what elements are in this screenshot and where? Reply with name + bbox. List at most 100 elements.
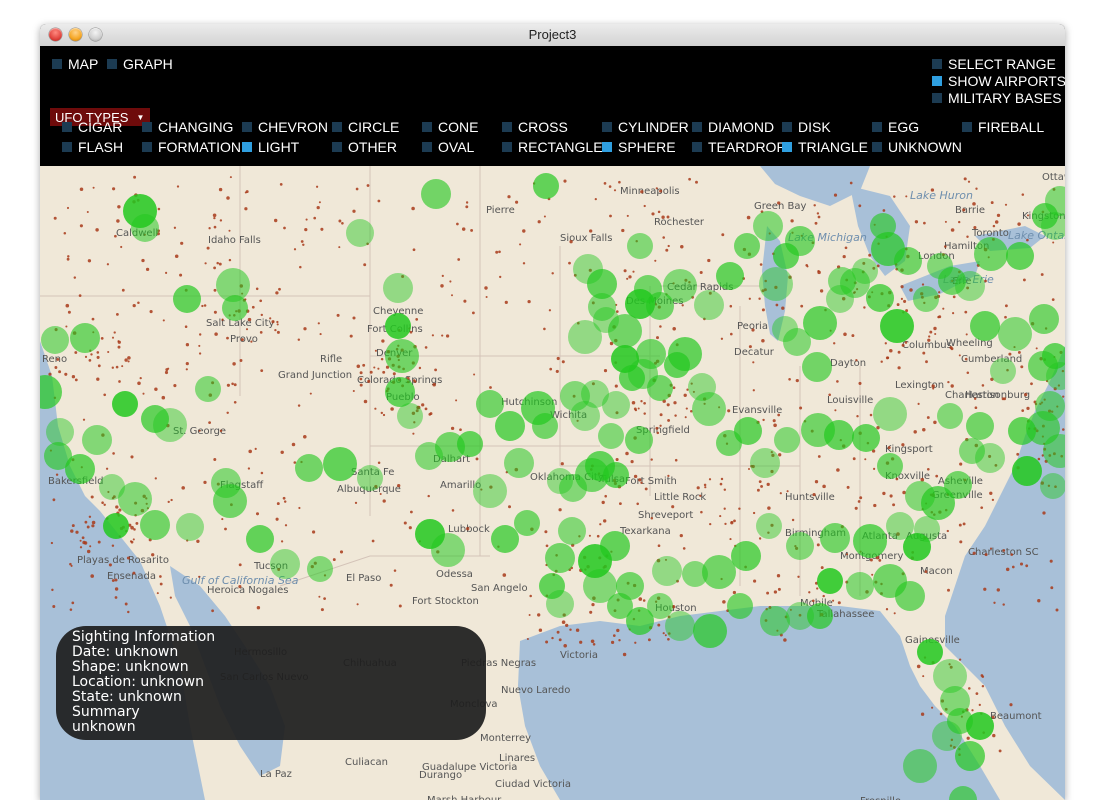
ufo-type-rectangle-checkbox[interactable]: RECTANGLE [502, 139, 603, 155]
sighting-dot [105, 467, 109, 470]
ufo-type-formation-checkbox[interactable]: FORMATION [142, 139, 241, 155]
sighting-dot [66, 206, 70, 210]
sighting-dot [971, 709, 974, 712]
checkbox-box[interactable] [602, 142, 612, 152]
checkbox-box[interactable] [602, 122, 612, 132]
city-label: La Paz [260, 769, 292, 780]
sighting-dot [198, 352, 202, 355]
ufo-type-cone-checkbox[interactable]: CONE [422, 119, 478, 135]
ufo-type-fireball-checkbox[interactable]: FIREBALL [962, 119, 1044, 135]
sighting-dot [251, 305, 255, 309]
checkbox-box[interactable] [142, 122, 152, 132]
sighting-dot [817, 269, 820, 273]
ufo-type-other-checkbox[interactable]: OTHER [332, 139, 397, 155]
checkbox-box[interactable] [872, 142, 882, 152]
sighting-dot [766, 591, 770, 595]
sighting-dot [972, 202, 976, 206]
checkbox-box[interactable] [62, 142, 72, 152]
ufo-type-circle-checkbox[interactable]: CIRCLE [332, 119, 399, 135]
view-graph-checkbox[interactable]: GRAPH [107, 56, 173, 72]
checkbox-box[interactable] [242, 122, 252, 132]
ufo-type-cylinder-checkbox[interactable]: CYLINDER [602, 119, 689, 135]
show-airports-checkbox[interactable]: SHOW AIRPORTS [932, 73, 1065, 89]
ufo-type-disk-checkbox[interactable]: DISK [782, 119, 831, 135]
airport-marker [1028, 351, 1058, 381]
sighting-dot [83, 541, 88, 545]
airport-marker [270, 549, 300, 579]
city-label: Evansville [732, 405, 782, 416]
ufo-type-flash-checkbox[interactable]: FLASH [62, 139, 123, 155]
sighting-dot [278, 287, 281, 291]
sighting-dot [203, 304, 207, 307]
ufo-type-light-checkbox[interactable]: LIGHT [242, 139, 299, 155]
checkbox-box[interactable] [962, 122, 972, 132]
view-map-checkbox[interactable]: MAP [52, 56, 98, 72]
sighting-dot [157, 207, 161, 211]
sighting-dot [852, 457, 856, 461]
airport-marker [626, 607, 654, 635]
checkbox-box[interactable] [782, 142, 792, 152]
select-range-checkbox[interactable]: SELECT RANGE [932, 56, 1056, 72]
checkbox-box[interactable] [332, 142, 342, 152]
sighting-dot [317, 322, 320, 325]
sighting-dot [88, 515, 92, 519]
checkbox-box[interactable] [932, 76, 942, 86]
airport-marker [773, 243, 799, 269]
ufo-type-oval-checkbox[interactable]: OVAL [422, 139, 474, 155]
ufo-type-teardrop-checkbox[interactable]: TEARDROP [692, 139, 786, 155]
checkbox-box[interactable] [872, 122, 882, 132]
ufo-type-egg-checkbox[interactable]: EGG [872, 119, 919, 135]
sighting-dot [708, 478, 712, 481]
checkbox-box[interactable] [422, 142, 432, 152]
ufo-type-unknown-checkbox[interactable]: UNKNOWN [872, 139, 962, 155]
ufo-type-changing-checkbox[interactable]: CHANGING [142, 119, 233, 135]
checkbox-box[interactable] [242, 142, 252, 152]
checkbox-box[interactable] [422, 122, 432, 132]
ufo-type-chevron-checkbox[interactable]: CHEVRON [242, 119, 328, 135]
ufo-type-label: CONE [438, 119, 479, 135]
ufo-type-cigar-checkbox[interactable]: CIGAR [62, 119, 122, 135]
sighting-dot [984, 553, 988, 557]
checkbox-box[interactable] [932, 59, 942, 69]
sightings-map[interactable]: CaldwellIdaho FallsPierreSioux FallsRoch… [40, 166, 1065, 800]
sighting-dot [97, 364, 101, 368]
sighting-dot [239, 359, 243, 362]
sighting-dot [631, 400, 636, 405]
sighting-summary: unknown [72, 719, 136, 735]
city-label: Rifle [320, 354, 342, 365]
ufo-type-cross-checkbox[interactable]: CROSS [502, 119, 568, 135]
sighting-dot [916, 664, 921, 669]
sighting-dot [431, 334, 434, 337]
sighting-dot [855, 359, 858, 362]
sighting-dot [733, 519, 736, 523]
sighting-dot [659, 413, 663, 417]
sighting-dot [913, 430, 917, 434]
sighting-dot [71, 601, 75, 605]
checkbox-box[interactable] [62, 122, 72, 132]
sighting-dot [752, 361, 755, 364]
military-bases-checkbox[interactable]: MILITARY BASES [932, 90, 1062, 106]
sighting-dot [575, 628, 580, 632]
checkbox-box[interactable] [692, 122, 702, 132]
ufo-type-diamond-checkbox[interactable]: DIAMOND [692, 119, 774, 135]
ufo-type-triangle-checkbox[interactable]: TRIANGLE [782, 139, 868, 155]
sighting-dot [196, 539, 200, 543]
checkbox-box[interactable] [502, 142, 512, 152]
sighting-dot [70, 529, 74, 533]
checkbox-box[interactable] [332, 122, 342, 132]
checkbox-box[interactable] [692, 142, 702, 152]
checkbox-box[interactable] [932, 93, 942, 103]
sighting-dot [356, 364, 361, 369]
ufo-type-sphere-checkbox[interactable]: SPHERE [602, 139, 676, 155]
sighting-dot [352, 316, 356, 320]
checkbox-box[interactable] [502, 122, 512, 132]
checkbox-box[interactable] [52, 59, 62, 69]
sighting-dot [638, 597, 643, 601]
checkbox-box[interactable] [782, 122, 792, 132]
sighting-dot [723, 507, 726, 510]
sighting-dot [354, 501, 358, 505]
title-bar[interactable]: Project3 [40, 24, 1065, 47]
sighting-dot [788, 377, 791, 381]
checkbox-box[interactable] [107, 59, 117, 69]
checkbox-box[interactable] [142, 142, 152, 152]
